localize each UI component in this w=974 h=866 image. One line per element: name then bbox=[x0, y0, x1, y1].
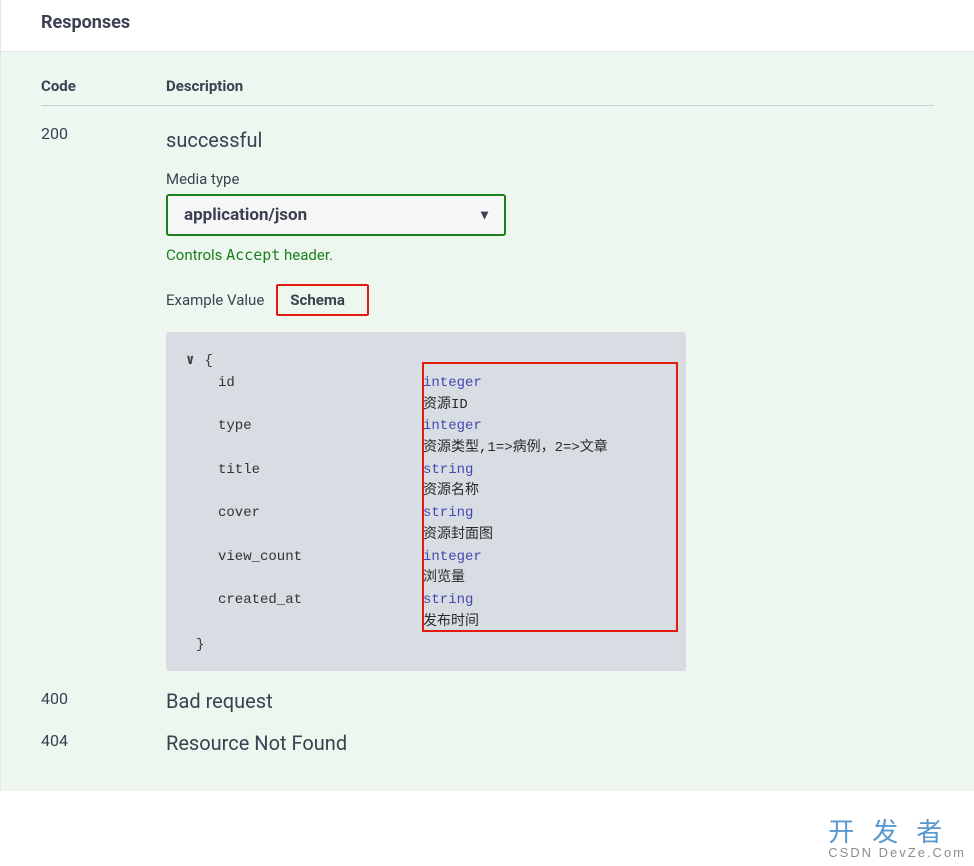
prop-type: string bbox=[423, 460, 668, 482]
model-tabs: Example Value Schema bbox=[166, 284, 934, 316]
schema-property: cover string资源封面图 bbox=[218, 503, 668, 546]
prop-type: integer bbox=[423, 547, 668, 569]
watermark: 开发者 CSDN DevZe.Com bbox=[828, 812, 966, 860]
response-code: 400 bbox=[41, 689, 166, 713]
controls-prefix: Controls bbox=[166, 246, 226, 264]
header-code: Code bbox=[41, 77, 166, 95]
prop-type: integer bbox=[423, 373, 668, 395]
tab-schema[interactable]: Schema bbox=[276, 284, 369, 316]
prop-desc: 浏览量 bbox=[423, 568, 668, 590]
response-row-404: 404 Resource Not Found bbox=[41, 731, 934, 755]
prop-name: cover bbox=[218, 503, 423, 546]
response-description: successful bbox=[166, 128, 934, 152]
schema-property: view_count integer浏览量 bbox=[218, 547, 668, 590]
prop-desc: 资源名称 bbox=[423, 481, 668, 503]
header-description: Description bbox=[166, 77, 934, 95]
schema-property: id integer资源ID bbox=[218, 373, 668, 416]
brace-open: { bbox=[204, 353, 212, 369]
controls-accept-line: Controls Accept header. bbox=[166, 246, 934, 264]
prop-name: id bbox=[218, 373, 423, 416]
response-description: Resource Not Found bbox=[166, 731, 934, 755]
schema-properties: id integer资源ID type integer资源类型,1=>病例，2=… bbox=[218, 373, 668, 633]
watermark-sub: CSDN DevZe.Com bbox=[828, 845, 966, 860]
prop-name: type bbox=[218, 416, 423, 459]
schema-property: type integer资源类型,1=>病例，2=>文章 bbox=[218, 416, 668, 459]
prop-name: title bbox=[218, 460, 423, 503]
responses-content: Code Description 200 successful Media ty… bbox=[0, 52, 974, 791]
prop-desc: 资源ID bbox=[423, 395, 668, 417]
prop-type: string bbox=[423, 503, 668, 525]
prop-type: integer bbox=[423, 416, 668, 438]
response-row-200: 200 successful Media type application/js… bbox=[41, 124, 934, 671]
media-type-select[interactable]: application/json ▾ bbox=[166, 194, 506, 236]
media-type-label: Media type bbox=[166, 170, 934, 188]
response-code: 404 bbox=[41, 731, 166, 755]
responses-table-header: Code Description bbox=[41, 77, 934, 106]
schema-property: title string资源名称 bbox=[218, 460, 668, 503]
chevron-down-icon: ∨ bbox=[186, 352, 194, 369]
prop-type: string bbox=[423, 590, 668, 612]
schema-property: created_at string发布时间 bbox=[218, 590, 668, 633]
media-type-value: application/json bbox=[184, 205, 307, 225]
controls-suffix: header. bbox=[280, 246, 333, 264]
chevron-down-icon: ▾ bbox=[481, 207, 488, 223]
prop-name: created_at bbox=[218, 590, 423, 633]
watermark-main: 开发者 bbox=[828, 817, 960, 847]
prop-desc: 资源类型,1=>病例，2=>文章 bbox=[423, 438, 668, 460]
response-description: Bad request bbox=[166, 689, 934, 713]
prop-desc: 发布时间 bbox=[423, 612, 668, 634]
prop-name: view_count bbox=[218, 547, 423, 590]
controls-code: Accept bbox=[226, 246, 280, 264]
tab-example-value[interactable]: Example Value bbox=[166, 291, 264, 309]
schema-box: ∨ { id integer资源ID type integer资源类型,1=>病… bbox=[166, 332, 686, 671]
response-row-400: 400 Bad request bbox=[41, 689, 934, 713]
brace-close: } bbox=[196, 637, 668, 653]
prop-desc: 资源封面图 bbox=[423, 525, 668, 547]
schema-toggle[interactable]: ∨ { bbox=[186, 352, 668, 369]
response-code: 200 bbox=[41, 124, 166, 671]
responses-header: Responses bbox=[0, 0, 974, 52]
responses-title: Responses bbox=[41, 12, 934, 33]
